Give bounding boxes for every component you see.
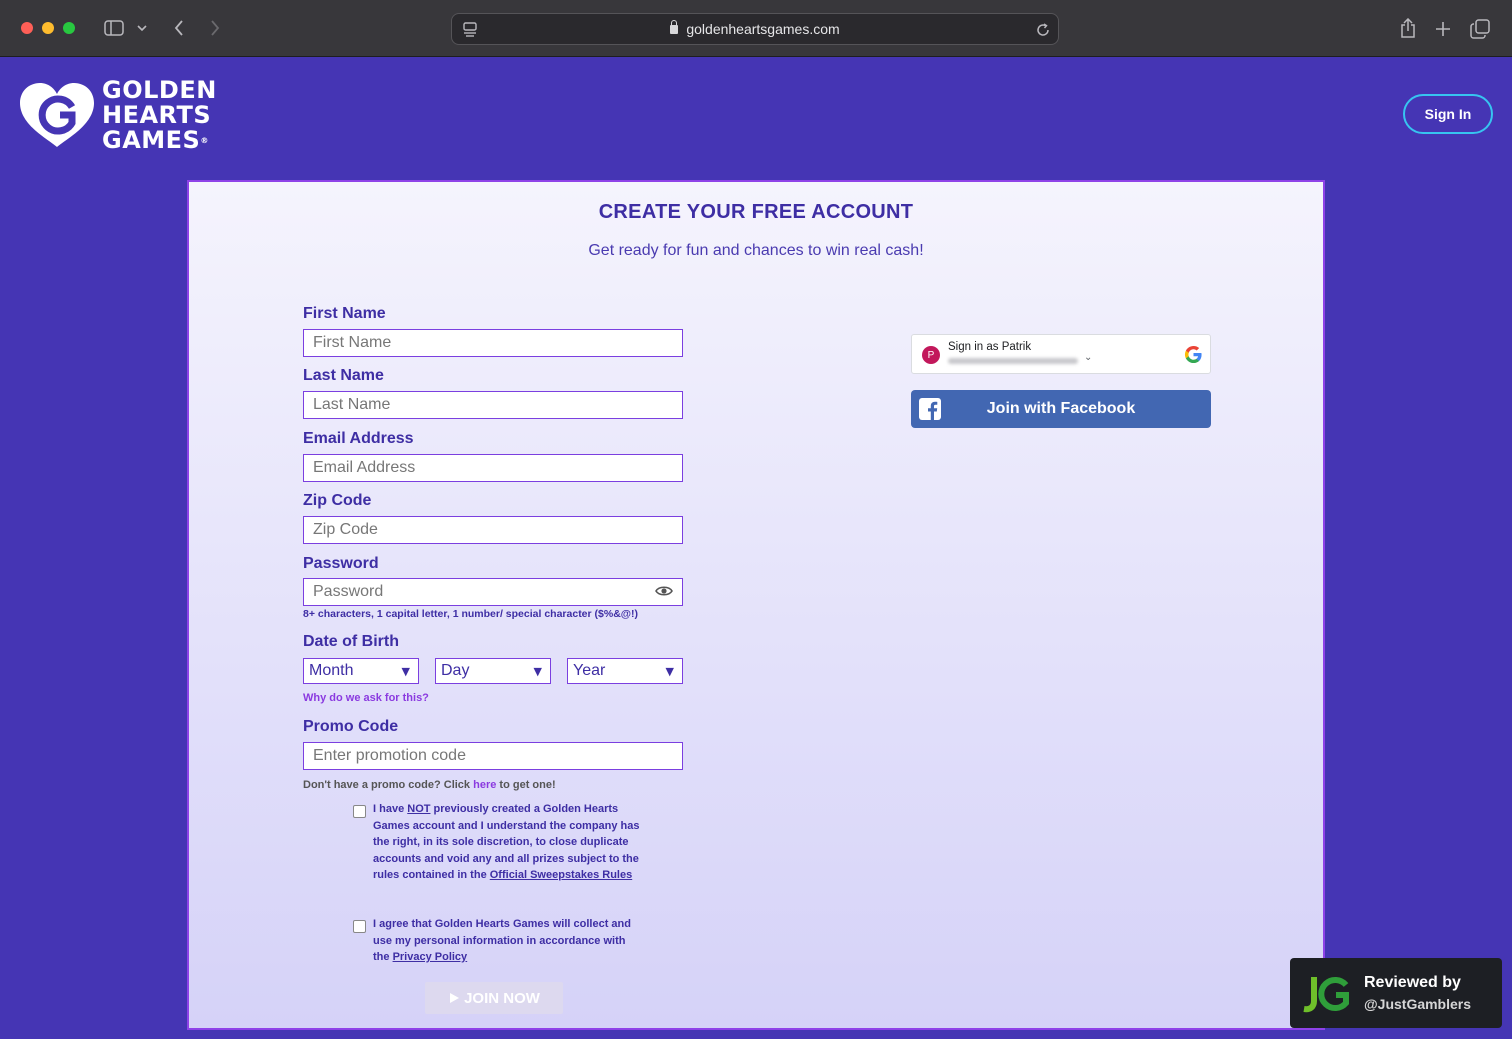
dropdown-arrow-icon: ▼ <box>401 665 410 678</box>
dob-month-select[interactable]: Month ▼ <box>303 658 419 684</box>
signup-card: CREATE YOUR FREE ACCOUNT Get ready for f… <box>187 180 1325 1030</box>
chevron-down-icon: ⌄ <box>1084 352 1093 363</box>
google-email-redacted <box>948 358 1078 364</box>
sweepstakes-rules-link[interactable]: Official Sweepstakes Rules <box>490 869 632 881</box>
promo-input[interactable] <box>303 742 683 770</box>
new-tab-icon[interactable] <box>1433 19 1453 39</box>
dropdown-arrow-icon: ▼ <box>665 665 674 678</box>
why-dob-link[interactable]: Why do we ask for this? <box>303 692 429 704</box>
reload-icon[interactable] <box>1034 21 1052 39</box>
first-name-input[interactable] <box>303 329 683 357</box>
privacy-policy-link[interactable]: Privacy Policy <box>393 951 468 963</box>
facebook-icon <box>919 398 941 420</box>
zoom-window-button[interactable] <box>63 22 75 34</box>
email-label: Email Address <box>303 430 414 447</box>
privacy-consent-checkbox[interactable] <box>353 920 366 933</box>
first-name-label: First Name <box>303 305 386 322</box>
password-label: Password <box>303 555 379 572</box>
forward-icon[interactable] <box>206 18 224 38</box>
show-password-icon[interactable] <box>655 585 673 597</box>
site-logo[interactable]: GOLDEN HEARTS GAMES® <box>18 76 218 154</box>
page-subtitle: Get ready for fun and chances to win rea… <box>588 242 924 259</box>
browser-toolbar: goldenheartsgames.com <box>0 0 1512 57</box>
google-account-name: Sign in as Patrik <box>948 341 1032 353</box>
dob-year-select[interactable]: Year ▼ <box>567 658 683 684</box>
dob-day-select[interactable]: Day ▼ <box>435 658 551 684</box>
promo-label: Promo Code <box>303 718 399 735</box>
page-title: CREATE YOUR FREE ACCOUNT <box>598 201 914 223</box>
badge-line2: @JustGamblers <box>1364 996 1472 1012</box>
avatar: P <box>922 346 940 364</box>
last-name-input[interactable] <box>303 391 683 419</box>
google-icon <box>1184 345 1202 364</box>
heart-logo-icon <box>20 83 94 147</box>
join-with-facebook-button[interactable]: Join with Facebook <box>911 390 1211 428</box>
join-now-button[interactable]: JOIN NOW <box>425 982 563 1014</box>
logo-wordmark: GOLDEN HEARTS GAMES® <box>102 76 217 154</box>
no-prior-account-checkbox[interactable] <box>353 805 366 818</box>
sidebar-icon[interactable] <box>103 19 125 37</box>
back-icon[interactable] <box>170 18 188 38</box>
privacy-consent-text: I agree that Golden Hearts Games will co… <box>373 918 631 963</box>
last-name-label: Last Name <box>303 367 384 384</box>
password-input[interactable] <box>303 578 683 606</box>
badge-line1: Reviewed by <box>1364 974 1461 991</box>
zip-input[interactable] <box>303 516 683 544</box>
zip-label: Zip Code <box>303 492 372 509</box>
minimize-window-button[interactable] <box>42 22 54 34</box>
dropdown-arrow-icon: ▼ <box>533 665 542 678</box>
address-bar[interactable]: goldenheartsgames.com <box>451 13 1059 45</box>
tabs-icon[interactable] <box>1469 18 1491 40</box>
url-text: goldenheartsgames.com <box>686 21 840 37</box>
sign-in-button[interactable]: Sign In <box>1403 94 1493 134</box>
chevron-down-icon[interactable] <box>136 21 148 35</box>
play-icon <box>450 993 460 1003</box>
review-badge: Reviewed by @JustGamblers <box>1290 958 1502 1028</box>
promo-here-link[interactable]: here <box>473 779 496 791</box>
email-input[interactable] <box>303 454 683 482</box>
no-prior-account-text: I have NOT previously created a Golden H… <box>373 803 640 881</box>
justgamblers-logo-icon <box>1303 977 1349 1013</box>
google-sign-in-button[interactable]: P Sign in as Patrik ⌄ <box>911 334 1211 374</box>
close-window-button[interactable] <box>21 22 33 34</box>
password-hint: 8+ characters, 1 capital letter, 1 numbe… <box>303 608 639 620</box>
share-icon[interactable] <box>1398 17 1418 39</box>
promo-note: Don't have a promo code? Click here to g… <box>303 779 556 791</box>
dob-label: Date of Birth <box>303 633 399 650</box>
lock-icon <box>670 20 679 34</box>
